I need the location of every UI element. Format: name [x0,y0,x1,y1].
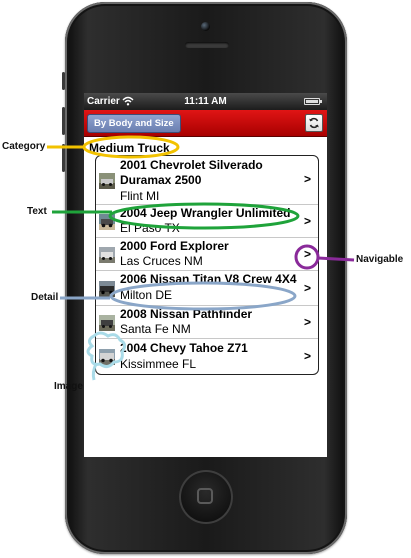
text-annotation-label: Text [27,206,47,217]
listing-title: 2000 Ford Explorer [120,239,229,253]
listing-title: 2004 Jeep Wrangler Unlimited [120,206,291,220]
list-item[interactable]: 2008 Nissan Pathfinder Santa Fe NM > [96,306,318,339]
home-button[interactable] [179,470,233,524]
volume-up-button [62,107,65,135]
listing-location: Flint MI [120,189,160,203]
refresh-icon [309,117,319,129]
home-square-icon [197,488,213,504]
refresh-button[interactable] [305,114,323,132]
status-bar: Carrier 11:11 AM [84,93,327,110]
list-item[interactable]: 2004 Jeep Wrangler Unlimited El Paso TX … [96,205,318,238]
mute-switch [62,72,65,90]
chevron-right-icon: > [303,214,311,228]
category-annotation-label: Category [2,141,46,152]
navigation-bar: By Body and Size [84,110,327,137]
chevron-right-icon: > [303,349,311,363]
listing-location: Milton DE [120,288,173,302]
chevron-right-icon: > [303,281,311,295]
listing-title: 2001 Chevrolet Silverado Duramax 2500 [120,158,263,187]
listing-location: Kissimmee FL [120,357,197,371]
listing-location: Santa Fe NM [120,322,191,336]
listing-location: Las Cruces NM [120,254,203,268]
chevron-right-icon: > [303,247,311,261]
earpiece-speaker [185,42,229,48]
vehicle-thumbnail-icon [99,247,115,263]
list-item[interactable]: 2004 Chevy Tahoe Z71 Kissimmee FL > [96,339,318,374]
list-item[interactable]: 2000 Ford Explorer Las Cruces NM > [96,238,318,271]
image-annotation-label: Image [54,381,83,392]
list-item[interactable]: 2006 Nissan Titan V8 Crew 4X4 Milton DE … [96,271,318,306]
navigable-annotation-label: Navigable [356,254,404,265]
clock: 11:11 AM [184,96,227,107]
volume-down-button [62,144,65,172]
vehicle-thumbnail-icon [99,173,115,189]
vehicle-thumbnail-icon [99,214,115,230]
chevron-right-icon: > [303,172,311,186]
vehicle-thumbnail-icon [99,315,115,331]
list-item[interactable]: 2001 Chevrolet Silverado Duramax 2500 Fl… [96,156,318,205]
vehicle-thumbnail-icon [99,281,115,297]
listing-location: El Paso TX [120,221,180,235]
listing-title: 2004 Chevy Tahoe Z71 [120,341,248,355]
category-heading: Medium Truck [89,141,170,155]
battery-icon [304,98,322,105]
filter-by-body-size-button[interactable]: By Body and Size [87,114,181,133]
front-camera-icon [201,22,210,31]
vehicle-list: 2001 Chevrolet Silverado Duramax 2500 Fl… [95,155,319,375]
listing-title: 2008 Nissan Pathfinder [120,307,253,321]
app-screen: Carrier 11:11 AM By Body and Size Medium… [84,93,327,457]
detail-annotation-label: Detail [31,292,59,303]
vehicle-thumbnail-icon [99,349,115,365]
listing-title: 2006 Nissan Titan V8 Crew 4X4 [120,272,297,286]
chevron-right-icon: > [303,315,311,329]
